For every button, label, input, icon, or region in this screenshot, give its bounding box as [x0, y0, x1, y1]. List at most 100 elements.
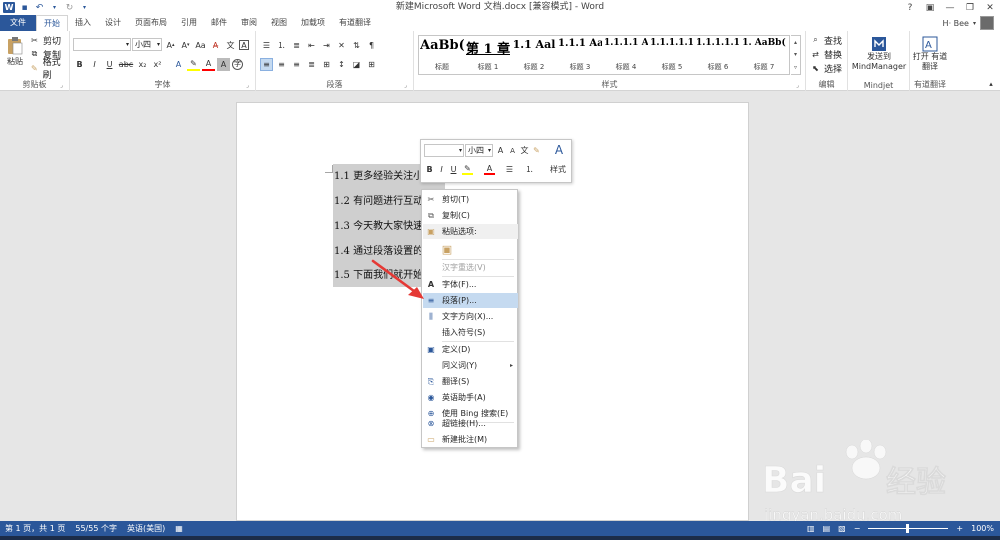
shrink-font-icon[interactable]: A ▾: [179, 39, 192, 52]
select-button[interactable]: ⬉ 选择: [809, 61, 842, 75]
mini-grow-font-icon[interactable]: A: [495, 145, 506, 156]
find-button[interactable]: ⌕ 查找: [809, 33, 842, 47]
align-left-icon[interactable]: ≡: [260, 57, 273, 71]
customize-qat-icon[interactable]: ▾: [79, 2, 90, 13]
multilevel-list-icon[interactable]: ≣: [290, 39, 303, 52]
mini-bullets-icon[interactable]: ☰: [504, 164, 515, 175]
font-size-combo[interactable]: 小四 ▾: [132, 38, 162, 51]
document-paragraph[interactable]: 1.4 通过段落设置的: [334, 242, 423, 257]
numbering-icon[interactable]: ⒈: [275, 39, 288, 52]
font-color-icon[interactable]: A: [202, 58, 215, 71]
mini-font-size-combo[interactable]: 小四 ▾: [465, 144, 493, 157]
menu-item-text-direction[interactable]: ⫼ 文字方向(X)...: [423, 309, 518, 324]
mini-underline-icon[interactable]: U: [448, 164, 459, 175]
show-marks-icon[interactable]: ¶: [365, 39, 378, 52]
open-youdao-button[interactable]: A 打开 有道翻译: [911, 34, 949, 74]
menu-item-paste-keep-format[interactable]: ▣: [423, 240, 518, 258]
clear-formatting-icon[interactable]: A̶: [209, 39, 222, 52]
document-paragraph[interactable]: 1.2 有问题进行互动: [334, 192, 423, 207]
character-shading-icon[interactable]: A: [217, 57, 230, 71]
tab-mailings[interactable]: 邮件: [204, 15, 234, 31]
character-border-icon[interactable]: A: [239, 40, 249, 50]
mini-font-color-icon[interactable]: A: [484, 164, 495, 175]
format-painter-button[interactable]: ✎ 格式刷: [28, 58, 69, 81]
style-heading-2[interactable]: 1.1 Aal 标题 2: [511, 36, 557, 74]
word-count-status[interactable]: 55/55 个字: [70, 523, 122, 534]
shading-icon[interactable]: ◪: [350, 58, 363, 71]
collapse-ribbon-icon[interactable]: ▴: [986, 79, 996, 89]
menu-item-english-assistant[interactable]: ◉ 英语助手(A): [423, 390, 518, 405]
style-heading-7[interactable]: 1. AaBb(标题 7: [741, 36, 787, 74]
mini-italic-icon[interactable]: I: [436, 164, 447, 175]
help-button[interactable]: ?: [900, 0, 920, 15]
text-effects-icon[interactable]: A: [172, 58, 185, 71]
mini-styles-label[interactable]: 样式: [548, 164, 568, 175]
paste-button[interactable]: 粘贴: [3, 33, 27, 69]
undo-icon[interactable]: ↶: [34, 2, 45, 13]
mini-bold-icon[interactable]: B: [424, 164, 435, 175]
tab-file[interactable]: 文件: [0, 15, 36, 31]
page-count-status[interactable]: 第 1 页，共 1 页: [0, 523, 70, 534]
font-name-combo[interactable]: ▾: [73, 38, 131, 51]
document-paragraph[interactable]: 1.3 今天教大家快速: [334, 217, 423, 232]
borders-icon[interactable]: ⊞: [365, 58, 378, 71]
sort-icon[interactable]: ⇅: [350, 39, 363, 52]
menu-item-insert-symbol[interactable]: 插入符号(S): [423, 325, 518, 340]
menu-item-copy[interactable]: ⧉ 复制(C): [423, 208, 518, 223]
decrease-indent-icon[interactable]: ⇤: [305, 39, 318, 52]
mini-numbering-icon[interactable]: ⒈: [524, 164, 535, 175]
increase-indent-icon[interactable]: ⇥: [320, 39, 333, 52]
tab-page-layout[interactable]: 页面布局: [128, 15, 174, 31]
redo-icon[interactable]: ↻: [64, 2, 75, 13]
zoom-in-button[interactable]: +: [956, 524, 963, 533]
style-heading-5[interactable]: 1.1.1.1.1 标题 5: [649, 36, 695, 74]
mini-styles-icon[interactable]: A: [549, 143, 569, 157]
document-paragraph[interactable]: 1.1 更多经验关注小: [334, 167, 423, 182]
mini-shrink-font-icon[interactable]: A: [507, 145, 518, 156]
cut-button[interactable]: ✂ 剪切: [28, 33, 61, 47]
change-case-icon[interactable]: Aa: [194, 39, 207, 52]
zoom-level[interactable]: 100%: [971, 524, 994, 533]
undo-dropdown-icon[interactable]: ▾: [49, 2, 60, 13]
zoom-slider[interactable]: [868, 524, 949, 533]
mini-format-painter-icon[interactable]: ✎: [531, 145, 542, 156]
clipboard-launcher-icon[interactable]: ⌟: [60, 83, 66, 89]
underline-button[interactable]: U: [103, 58, 116, 71]
italic-button[interactable]: I: [88, 58, 101, 71]
line-spacing-icon[interactable]: ↕: [335, 58, 348, 71]
chinese-layout-icon[interactable]: ✕: [335, 39, 348, 52]
menu-item-synonyms[interactable]: 同义词(Y) ▸: [423, 358, 518, 373]
menu-item-new-comment[interactable]: ▭ 新建批注(M): [423, 432, 518, 447]
style-title[interactable]: AaBb(标题: [419, 36, 465, 74]
menu-item-hyperlink[interactable]: ⊗ 超链接(H)...: [423, 416, 518, 431]
bullets-icon[interactable]: ☰: [260, 39, 273, 52]
tab-addins[interactable]: 加载项: [294, 15, 332, 31]
replace-button[interactable]: ⇄ 替换: [809, 47, 842, 61]
mini-font-name-combo[interactable]: ▾: [424, 144, 464, 157]
menu-item-font[interactable]: A 字体(F)...: [423, 277, 518, 292]
grow-font-icon[interactable]: A ▴: [164, 39, 177, 52]
read-mode-icon[interactable]: ▥: [807, 524, 815, 533]
close-button[interactable]: ✕: [980, 0, 1000, 15]
restore-button[interactable]: ❐: [960, 0, 980, 15]
tab-design[interactable]: 设计: [98, 15, 128, 31]
bold-button[interactable]: B: [73, 58, 86, 71]
macro-recording-icon[interactable]: ▦: [170, 524, 188, 533]
tab-references[interactable]: 引用: [174, 15, 204, 31]
styles-launcher-icon[interactable]: ⌟: [796, 83, 802, 89]
tab-home[interactable]: 开始: [36, 15, 68, 31]
tab-review[interactable]: 审阅: [234, 15, 264, 31]
print-layout-icon[interactable]: ▤: [823, 524, 831, 533]
distributed-icon[interactable]: ⊞: [320, 58, 333, 71]
style-heading-3[interactable]: 1.1.1 Aa 标题 3: [557, 36, 603, 74]
ribbon-display-options-button[interactable]: ▣: [920, 0, 940, 15]
align-right-icon[interactable]: ≡: [290, 58, 303, 71]
tab-insert[interactable]: 插入: [68, 15, 98, 31]
save-icon[interactable]: ▪: [19, 2, 30, 13]
user-account[interactable]: H· Bee ▾: [943, 15, 994, 31]
zoom-out-button[interactable]: −: [854, 524, 861, 533]
menu-item-translate[interactable]: ⎘ 翻译(S): [423, 374, 518, 389]
more-styles-icon[interactable]: ▿: [794, 64, 797, 71]
mini-highlight-icon[interactable]: ✎: [462, 164, 473, 175]
tab-view[interactable]: 视图: [264, 15, 294, 31]
